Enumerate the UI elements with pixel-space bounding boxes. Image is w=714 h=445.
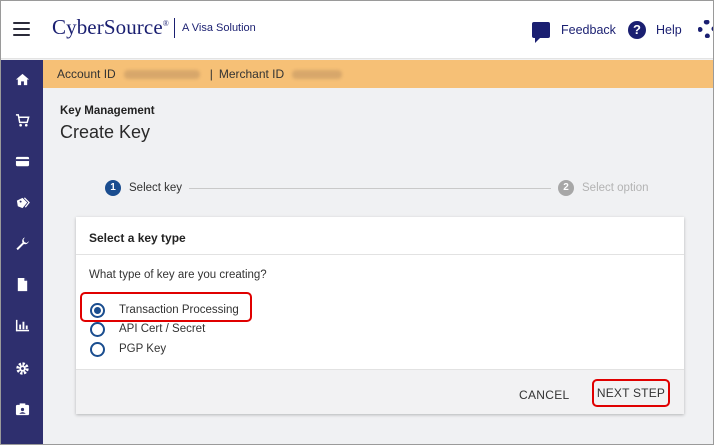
top-header: CyberSource® A Visa Solution Feedback ? …: [1, 1, 713, 59]
sidebar: [1, 60, 43, 444]
sidebar-item-payments[interactable]: [1, 150, 43, 172]
cancel-button[interactable]: CANCEL: [519, 388, 569, 402]
radio-button[interactable]: [90, 341, 105, 357]
logo-subtitle: A Visa Solution: [182, 22, 256, 34]
radio-button[interactable]: [90, 321, 105, 337]
step-2-number: 2: [558, 180, 574, 196]
account-id-value-redacted: [123, 69, 200, 79]
sidebar-item-home[interactable]: [1, 68, 43, 90]
step-1-label: Select key: [129, 182, 183, 194]
radio-label: API Cert / Secret: [119, 323, 206, 335]
sidebar-item-cart[interactable]: [1, 109, 43, 131]
home-icon: [15, 73, 29, 85]
radio-button-selected[interactable]: [90, 302, 105, 318]
key-type-card: Select a key type What type of key are y…: [76, 217, 684, 414]
radio-label: PGP Key: [119, 343, 167, 355]
logo-text: CyberSource: [52, 15, 163, 39]
account-bar-separator: |: [209, 67, 213, 81]
card-title: Select a key type: [89, 231, 186, 245]
feedback-link[interactable]: Feedback: [532, 19, 616, 43]
step-2-label: Select option: [582, 182, 649, 194]
page-title: Create Key: [60, 122, 151, 142]
cart-icon: [15, 113, 30, 126]
sidebar-item-reports[interactable]: [1, 314, 43, 336]
account-bar: Account ID | Merchant ID: [43, 60, 713, 88]
merchant-id-value-redacted: [292, 69, 343, 79]
merchant-id-label: Merchant ID: [218, 67, 285, 81]
breadcrumb[interactable]: Key Management: [60, 105, 155, 117]
sidebar-item-settings[interactable]: [1, 357, 43, 379]
gear-icon: [15, 361, 29, 375]
stepper: 1 Select key 2 Select option: [105, 180, 665, 198]
tags-icon: [16, 196, 30, 208]
chat-icon: [532, 22, 550, 43]
radio-option-pgp-key[interactable]: PGP Key: [90, 341, 166, 357]
stepper-line: [189, 188, 551, 189]
key-type-question: What type of key are you creating?: [89, 269, 267, 281]
brand-logo[interactable]: CyberSource®: [52, 15, 169, 40]
next-step-button[interactable]: NEXT STEP: [592, 379, 670, 407]
logo-registered-mark: ®: [162, 19, 169, 28]
account-id-label: Account ID: [57, 67, 116, 81]
support-icon[interactable]: [698, 20, 713, 38]
sidebar-item-documents[interactable]: [1, 273, 43, 295]
app-window: CyberSource® A Visa Solution Feedback ? …: [0, 0, 714, 445]
credit-card-icon: [15, 156, 29, 166]
help-label: Help: [656, 23, 682, 37]
card-header: Select a key type: [76, 217, 684, 255]
help-icon: ?: [628, 21, 646, 39]
radio-label: Transaction Processing: [119, 304, 239, 316]
logo-divider: [174, 18, 175, 38]
bar-chart-icon: [15, 319, 29, 331]
card-footer: CANCEL NEXT STEP: [76, 369, 684, 414]
id-card-icon: [15, 402, 29, 415]
step-1-number: 1: [105, 180, 121, 196]
sidebar-item-account[interactable]: [1, 398, 43, 420]
document-icon: [17, 277, 27, 291]
radio-option-transaction-processing[interactable]: Transaction Processing: [90, 302, 239, 318]
feedback-label: Feedback: [561, 23, 616, 37]
wrench-icon: [15, 236, 29, 250]
radio-option-api-cert-secret[interactable]: API Cert / Secret: [90, 321, 205, 337]
menu-icon[interactable]: [13, 22, 30, 36]
help-link[interactable]: ? Help: [628, 19, 682, 41]
sidebar-item-tags[interactable]: [1, 191, 43, 213]
sidebar-item-tools[interactable]: [1, 232, 43, 254]
main-content: Key Management Create Key 1 Select key 2…: [43, 88, 713, 444]
